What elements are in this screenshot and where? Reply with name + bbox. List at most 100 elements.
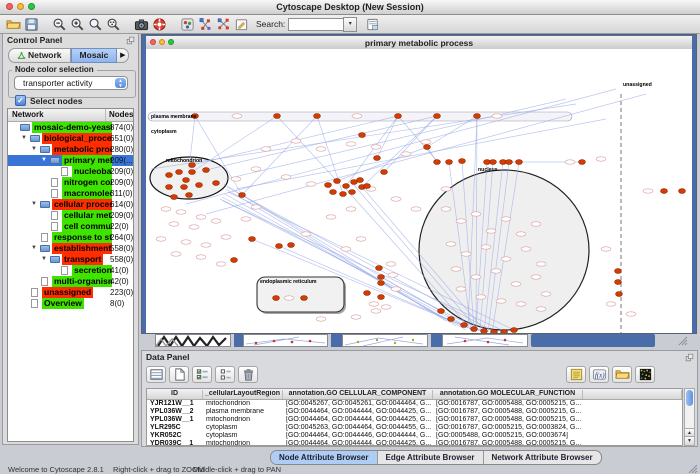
select-nodes-checkbox[interactable]: ✓ [15,95,26,106]
table-scrollbar[interactable]: ▲ ▼ [684,388,695,446]
table-row[interactable]: YLR295Ccytoplasm[GO:0045263, GO:0044464,… [147,424,682,432]
network-node[interactable] [183,178,190,183]
disclosure-triangle-icon[interactable]: ▼ [41,256,47,263]
trash-icon[interactable] [238,366,258,383]
network-node[interactable] [474,114,481,119]
network-node[interactable] [506,160,513,165]
network-node[interactable] [661,189,668,194]
node-palette-icon[interactable] [178,16,196,32]
new-doc-icon[interactable] [169,366,189,383]
network-node[interactable] [516,160,523,165]
resize-grip-icon[interactable] [688,464,698,474]
tab-network[interactable]: Network [8,48,71,63]
network-node[interactable] [186,193,193,198]
open-folder-icon[interactable] [612,366,632,383]
network-node[interactable] [434,160,441,165]
scroll-down-button[interactable]: ▼ [685,436,694,445]
scrollbar-thumb[interactable] [686,390,693,406]
table-row[interactable]: YJR121W__1mitochondrion[GO:0045267, GO:0… [147,400,682,408]
tree-row[interactable]: cellular metabol209(0) [8,210,133,221]
table-row[interactable]: YDR039C__1mitochondrion[GO:0044464, GO:0… [147,440,682,446]
network-tree-pane[interactable]: Network Nodes mosaic-demo-yeast874(0)▼bi… [7,108,134,442]
network-node[interactable] [231,258,238,263]
float-panel-icon[interactable] [685,353,694,362]
table-column-header[interactable]: ID [147,390,203,399]
fx-icon[interactable]: f(x) [589,366,609,383]
network-node[interactable] [616,292,623,297]
notepad-icon[interactable] [232,16,250,32]
table-column-header[interactable]: annotation.GO MOLECULAR_FUNCTION [433,390,583,399]
network-node[interactable] [378,275,385,280]
tree-row[interactable]: cell communicat22(0) [8,221,133,232]
table-row[interactable]: YKR052Ccytoplasm[GO:0044464, GO:0044446,… [147,432,682,440]
network-node[interactable] [274,114,281,119]
disclosure-triangle-icon[interactable]: ▼ [31,201,37,208]
magnifier-icon[interactable] [86,16,104,32]
network-node[interactable] [213,181,220,186]
network-node[interactable] [511,328,518,333]
network-canvas[interactable]: plasma membranecytoplasmmitochondrionnuc… [146,49,692,333]
network-node[interactable] [481,329,488,333]
disclosure-triangle-icon[interactable]: ▼ [41,157,47,164]
network-node[interactable] [166,173,173,178]
tree-row[interactable]: nitrogen compo209(0) [8,177,133,188]
network-node[interactable] [334,179,341,184]
network-node[interactable] [615,280,622,285]
network-node[interactable] [359,133,366,138]
attribute-browser-icon[interactable] [363,16,381,32]
tree-row[interactable]: ▼cellular process614(0) [8,199,133,210]
checklist-icon[interactable] [192,366,212,383]
resize-grip-icon[interactable] [678,336,688,346]
float-panel-icon[interactable] [126,36,135,45]
background-window-fragment[interactable] [155,334,231,347]
network-node[interactable] [438,309,445,314]
network-node[interactable] [395,114,402,119]
table-row[interactable]: YPL036W__1mitochondrion[GO:0044464, GO:0… [147,416,682,424]
notes-icon[interactable] [566,366,586,383]
tree-row[interactable]: nucleobase-209(0) [8,166,133,177]
network-node[interactable] [446,160,453,165]
table-column-header[interactable]: _cellularLayoutRegion [203,390,283,399]
disclosure-triangle-icon[interactable]: ▼ [21,135,27,142]
network-node[interactable] [615,269,622,274]
network-node[interactable] [166,185,173,190]
background-window-fragment[interactable] [442,334,528,347]
network-node[interactable] [357,178,364,183]
network-node[interactable] [288,243,295,248]
network-node[interactable] [196,183,203,188]
network-node[interactable] [249,237,256,242]
network-node[interactable] [491,330,498,333]
tree-row[interactable]: multi-organism pro42(0) [8,276,133,287]
tree-row[interactable]: response to stimulu264(0) [8,232,133,243]
tree-row[interactable]: ▼biological_process651(0) [8,133,133,144]
tab-mosaic[interactable]: Mosaic [71,48,118,63]
background-window-fragment[interactable] [342,334,428,347]
network-2-icon[interactable] [214,16,232,32]
network-node[interactable] [171,195,178,200]
network-node[interactable] [501,330,508,333]
network-node[interactable] [349,190,356,195]
network-node[interactable] [176,170,183,175]
node-color-dropdown[interactable]: transporter activity ▲▼ [14,76,128,90]
network-node[interactable] [364,291,371,296]
network-node[interactable] [490,160,497,165]
search-input[interactable] [288,18,343,31]
tree-row[interactable]: mosaic-demo-yeast874(0) [8,122,133,133]
open-folder-icon[interactable] [4,16,22,32]
save-icon[interactable] [22,16,40,32]
network-node[interactable] [301,296,308,301]
tree-row[interactable]: ▼transport558(0) [8,254,133,265]
network-node[interactable] [203,168,210,173]
network-node[interactable] [448,317,455,322]
network-node[interactable] [378,295,385,300]
columns-icon[interactable] [215,366,235,383]
network-node[interactable] [273,296,280,301]
network-node[interactable] [330,190,337,195]
zoom-out-icon[interactable] [50,16,68,32]
matrix-icon[interactable] [635,366,655,383]
table-column-header[interactable]: annotation.GO CELLULAR_COMPONENT [283,390,433,399]
more-tabs-button[interactable]: ▶ [117,48,129,63]
tree-row[interactable]: Overview8(0) [8,298,133,309]
network-node[interactable] [189,170,196,175]
search-dropdown-button[interactable]: ▾ [343,17,357,32]
